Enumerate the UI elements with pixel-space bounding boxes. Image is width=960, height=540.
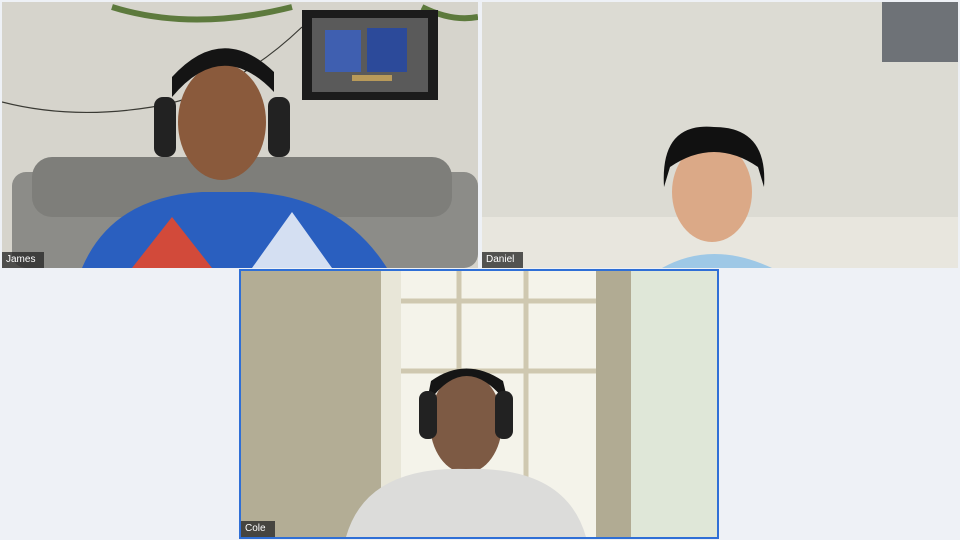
video-tile-cole[interactable]: Cole [239, 269, 719, 539]
participant-name-label: Cole [241, 521, 275, 537]
video-tile-james[interactable]: James [2, 2, 478, 268]
james-video-feed [2, 2, 478, 268]
cole-video-feed [241, 271, 717, 537]
participant-name-label: Daniel [482, 252, 524, 268]
participant-name-label: James [2, 252, 45, 268]
video-tile-daniel[interactable]: Daniel [482, 2, 958, 268]
daniel-video-feed [482, 2, 958, 268]
